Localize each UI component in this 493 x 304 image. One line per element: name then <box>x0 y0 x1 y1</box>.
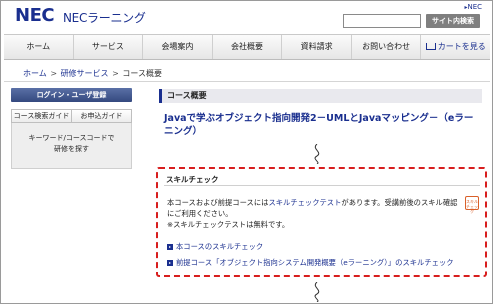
this-course-skill-check-link[interactable]: 本コースのスキルチェック <box>167 242 263 252</box>
global-nav: ホーム サービス 会場案内 会社概要 資料請求 お問い合わせ カートを見る <box>4 34 490 60</box>
course-title: Javaで学ぶオブジェクト指向開発2－UMLとJavaマッピング－（eラーニング… <box>164 113 474 137</box>
nav-services[interactable]: サービス <box>74 35 144 59</box>
divider <box>164 185 480 186</box>
top-nec-link-label: NEC <box>467 3 482 11</box>
breadcrumb-current: コース概要 <box>122 69 162 78</box>
tab-application-guide[interactable]: お申込ガイド <box>71 110 131 122</box>
nav-contact[interactable]: お問い合わせ <box>352 35 422 59</box>
sidebar-tabs: コース検索ガイド お申込ガイド <box>11 109 132 123</box>
nav-documents[interactable]: 資料請求 <box>282 35 352 59</box>
skill-check-box: スキルチェック スキルチェック 本コースおよび前提コースにはスキルチェックテスト… <box>156 167 487 277</box>
breadcrumb: ホーム > 研修サービス > コース概要 <box>23 68 162 79</box>
keyword-search-label-2: 研修を探す <box>54 145 89 153</box>
breadcrumb-separator: > <box>112 69 119 78</box>
prerequisite-skill-check-link[interactable]: 前提コース「オブジェクト指向システム開発概要（eラーニング）」のスキルチェック <box>167 258 454 268</box>
skill-check-description: 本コースおよび前提コースにはスキルチェックテストがあります。受講前後のスキル確認… <box>167 197 463 230</box>
keyword-search-label-1: キーワード/コースコードで <box>28 134 115 142</box>
divider <box>4 81 490 82</box>
skill-check-title: スキルチェック <box>166 175 219 184</box>
site-search-button[interactable]: サイト内検索 <box>426 14 480 28</box>
tab-course-search-guide[interactable]: コース検索ガイド <box>12 110 71 122</box>
bullet-arrow-icon <box>167 244 173 250</box>
nav-venues[interactable]: 会場案内 <box>143 35 213 59</box>
nec-logo[interactable]: NEC <box>15 5 55 26</box>
top-nec-link[interactable]: ▸NEC <box>464 3 482 11</box>
cart-icon <box>425 43 436 50</box>
skill-check-test-link[interactable]: スキルチェックテスト <box>268 198 341 207</box>
login-register-button[interactable]: ログイン・ユーザ登録 <box>11 88 132 102</box>
separator-squiggle <box>314 144 320 164</box>
link-label: 前提コース「オブジェクト指向システム開発概要（eラーニング）」のスキルチェック <box>176 258 454 267</box>
brand-name[interactable]: NECラーニング <box>63 9 146 26</box>
skill-text-before: 本コースおよび前提コースには <box>167 198 269 207</box>
link-label: 本コースのスキルチェック <box>176 242 264 251</box>
separator-squiggle <box>314 282 320 302</box>
bullet-arrow-icon <box>167 260 173 266</box>
skill-check-icon: スキルチェック <box>465 196 479 214</box>
section-heading: コース概要 <box>159 89 482 103</box>
page-frame: NEC NECラーニング ▸NEC サイト内検索 ホーム サービス 会場案内 会… <box>0 0 493 304</box>
nav-cart-label: カートを見る <box>437 42 486 51</box>
skill-check-note: ※スキルチェックテストは無料です。 <box>167 220 290 229</box>
nav-company[interactable]: 会社概要 <box>213 35 283 59</box>
breadcrumb-training[interactable]: 研修サービス <box>61 69 109 78</box>
nav-cart[interactable]: カートを見る <box>421 35 490 59</box>
search-input[interactable] <box>343 14 421 28</box>
keyword-search-panel[interactable]: キーワード/コースコードで 研修を探す <box>11 123 132 169</box>
breadcrumb-home[interactable]: ホーム <box>23 69 47 78</box>
nav-home[interactable]: ホーム <box>4 35 74 59</box>
breadcrumb-separator: > <box>50 69 58 78</box>
